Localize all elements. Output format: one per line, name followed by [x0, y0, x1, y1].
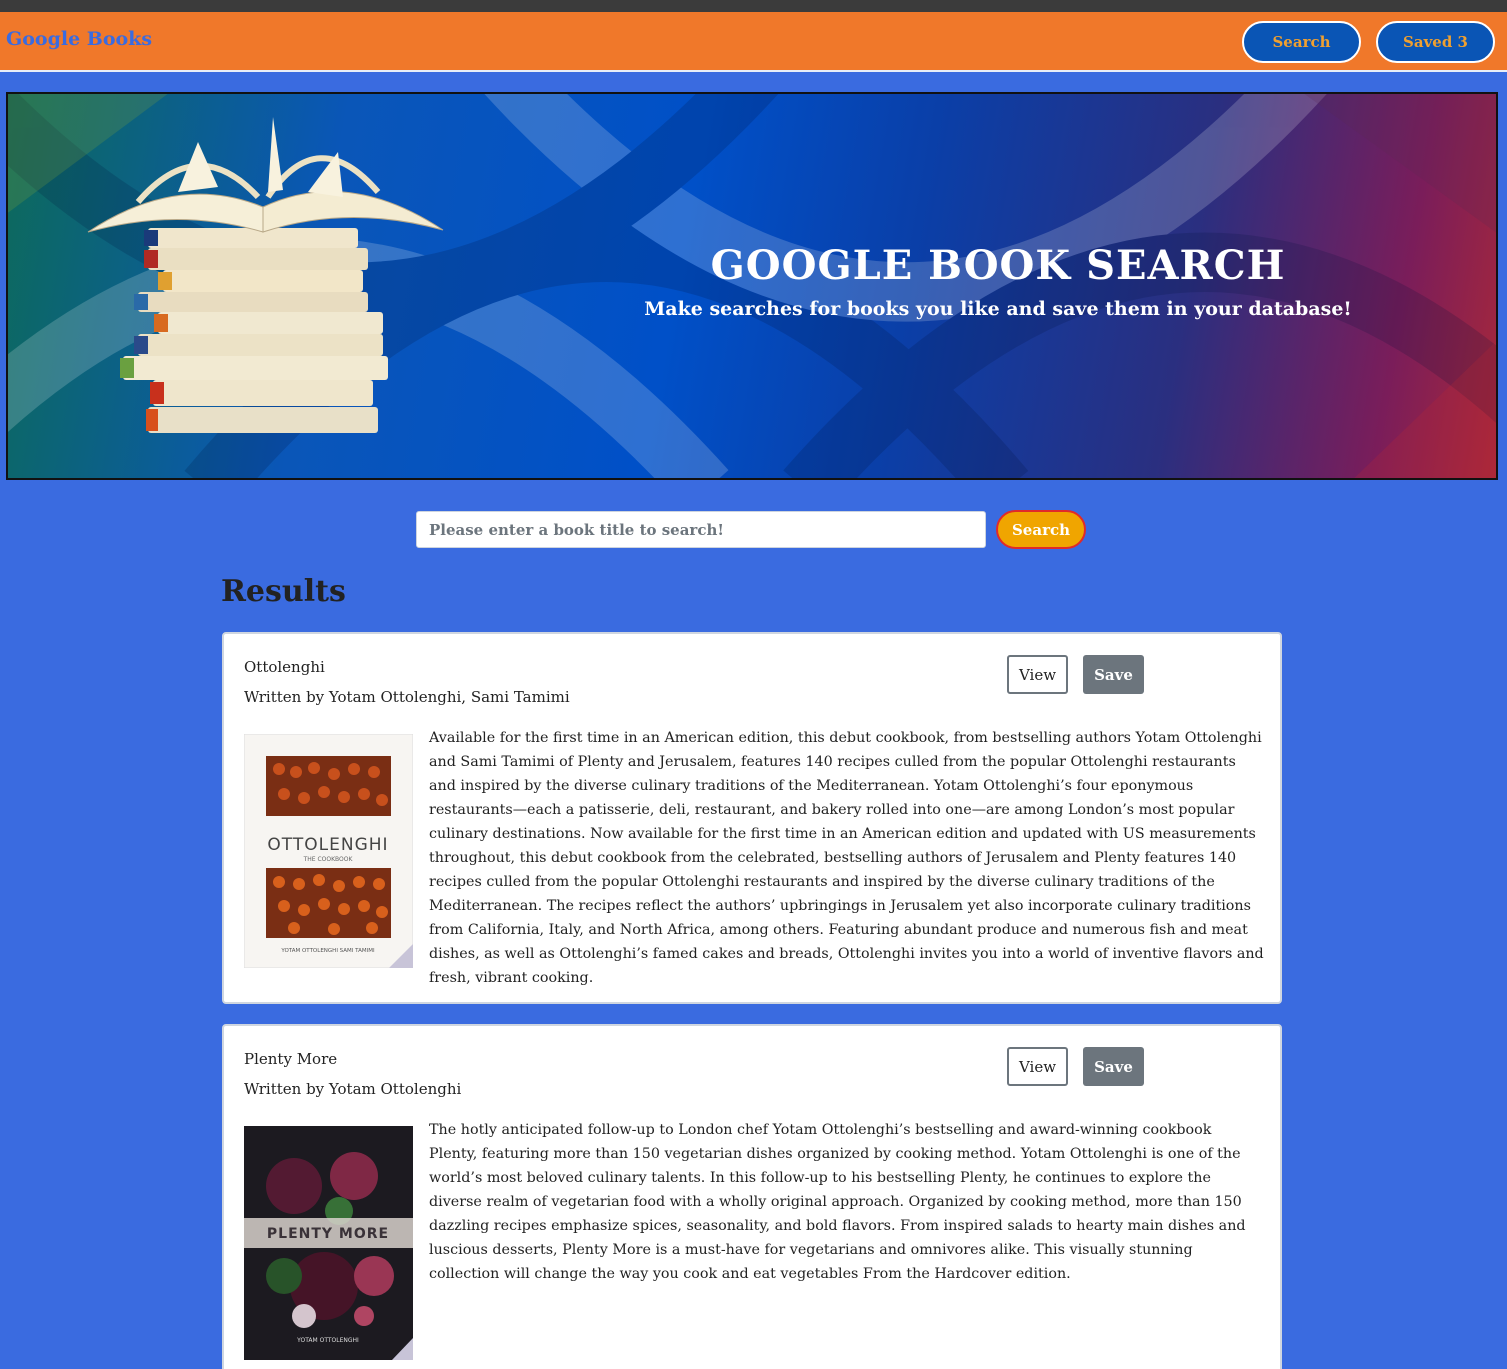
book-card-ottolenghi: Ottolenghi Written by Yotam Ottolenghi, … — [222, 632, 1282, 1004]
navbar: Google Books Search Saved 3 — [0, 12, 1507, 72]
book-stack-image — [87, 117, 444, 433]
book-cover-image[interactable]: PLENTY MORE YOTAM OTTOLENGHI — [244, 1126, 413, 1360]
book-description: Available for the first time in an Ameri… — [429, 730, 1264, 986]
save-button[interactable]: Save — [1083, 1047, 1144, 1086]
book-card-plenty-more: Plenty More Written by Yotam Ottolenghi … — [222, 1024, 1282, 1369]
hero-subtitle: Make searches for books you like and sav… — [644, 298, 1352, 320]
cover-title-text: PLENTY MORE — [267, 1226, 389, 1242]
book-search-input[interactable] — [416, 511, 986, 548]
book-title: Ottolenghi — [244, 658, 325, 676]
cover-title-text: OTTOLENGHI — [267, 835, 388, 855]
results-heading: Results — [221, 574, 346, 609]
book-title: Plenty More — [244, 1050, 338, 1068]
nav-search-button[interactable]: Search — [1242, 21, 1361, 63]
view-button[interactable]: View — [1007, 1047, 1068, 1086]
search-submit-button[interactable]: Search — [996, 510, 1086, 549]
hero-banner: GOOGLE BOOK SEARCH Make searches for boo… — [6, 92, 1498, 480]
save-button[interactable]: Save — [1083, 655, 1144, 694]
brand-link[interactable]: Google Books — [6, 28, 152, 50]
view-button[interactable]: View — [1007, 655, 1068, 694]
book-author: Written by Yotam Ottolenghi, Sami Tamimi — [244, 688, 570, 706]
cover-subtitle-text: THE COOKBOOK — [303, 856, 354, 863]
hero-title: GOOGLE BOOK SEARCH — [710, 242, 1286, 289]
nav-saved-button[interactable]: Saved 3 — [1376, 21, 1495, 63]
cover-authors-text: YOTAM OTTOLENGHI — [296, 1337, 359, 1344]
book-cover-image[interactable]: OTTOLENGHI THE COOKBOOK YOTAM OTTOLENGHI… — [244, 734, 413, 968]
cover-authors-text: YOTAM OTTOLENGHI SAMI TAMIMI — [280, 948, 375, 954]
browser-top-strip — [0, 0, 1507, 12]
book-description: The hotly anticipated follow-up to Londo… — [429, 1122, 1246, 1282]
book-author: Written by Yotam Ottolenghi — [244, 1080, 462, 1098]
